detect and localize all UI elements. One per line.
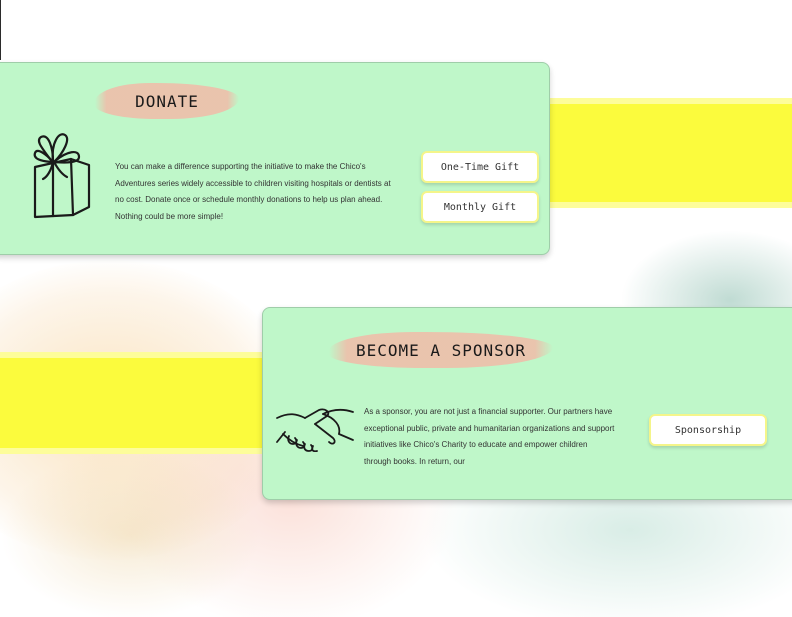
one-time-gift-button[interactable]: One-Time Gift xyxy=(421,151,539,183)
sponsor-description: As a sponsor, you are not just a financi… xyxy=(364,407,615,466)
monthly-gift-button[interactable]: Monthly Gift xyxy=(421,191,539,223)
sponsor-card: BECOME A SPONSOR As a sponsor, you are n… xyxy=(262,307,792,500)
donate-description: You can make a difference supporting the… xyxy=(115,162,391,221)
donate-title: DONATE xyxy=(135,91,199,111)
yellow-stripe-left xyxy=(0,358,300,448)
sponsorship-button[interactable]: Sponsorship xyxy=(649,414,767,446)
gift-icon xyxy=(29,131,95,228)
sponsor-title-banner: BECOME A SPONSOR xyxy=(329,332,553,368)
sponsor-title: BECOME A SPONSOR xyxy=(355,340,527,360)
watercolor-blob xyxy=(0,450,260,617)
handshake-icon xyxy=(275,404,355,457)
donate-card: DONATE You can make a difference support… xyxy=(0,62,550,255)
left-edge-line xyxy=(0,0,1,60)
yellow-stripe-right xyxy=(520,104,792,202)
donate-title-banner: DONATE xyxy=(95,83,239,119)
